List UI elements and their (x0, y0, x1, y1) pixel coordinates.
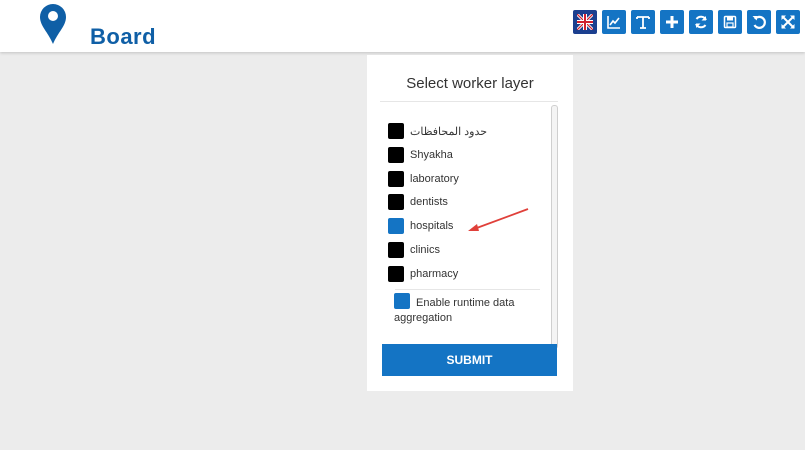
layer-checkbox[interactable] (388, 171, 404, 187)
layer-item-laboratory[interactable]: laboratory (388, 171, 459, 187)
layer-item-clinics[interactable]: clinics (388, 242, 440, 258)
submit-button[interactable]: SUBMIT (382, 344, 557, 376)
layer-label: dentists (410, 196, 448, 208)
layer-checkbox[interactable] (388, 147, 404, 163)
chart-button[interactable] (602, 10, 626, 34)
layer-checkbox[interactable] (388, 218, 404, 234)
undo-icon (752, 15, 766, 29)
top-bar: Board (0, 0, 805, 52)
annotation-arrow-icon (468, 208, 529, 231)
layer-label: حدود المحافظات (410, 125, 488, 138)
layer-checkbox[interactable] (388, 194, 404, 210)
plus-icon (666, 16, 678, 28)
map-pin-icon (40, 4, 66, 44)
layer-item-shyakha[interactable]: Shyakha (388, 147, 453, 163)
layer-label: Shyakha (410, 149, 453, 161)
text-icon (636, 16, 650, 29)
layer-item-pharmacy[interactable]: pharmacy (388, 266, 458, 282)
aggregation-toggle[interactable]: Enable runtime data aggregation (394, 293, 544, 326)
toolbar (573, 10, 800, 34)
aggregation-label: Enable runtime data aggregation (394, 297, 515, 324)
undo-button[interactable] (747, 10, 771, 34)
fullscreen-button[interactable] (776, 10, 800, 34)
text-tool-button[interactable] (631, 10, 655, 34)
panel-title: Select worker layer (406, 75, 534, 92)
layer-checkbox[interactable] (388, 266, 404, 282)
layer-item-hospitals[interactable]: hospitals (388, 218, 453, 234)
language-button[interactable] (573, 10, 597, 34)
divider (395, 289, 540, 290)
fullscreen-icon (781, 15, 795, 29)
layer-item-governorate-borders[interactable]: حدود المحافظات (388, 123, 487, 139)
add-button[interactable] (660, 10, 684, 34)
refresh-icon (695, 15, 707, 29)
save-icon (723, 15, 737, 29)
layer-checkbox[interactable] (388, 242, 404, 258)
refresh-button[interactable] (689, 10, 713, 34)
layer-list-scrollbar[interactable] (551, 105, 558, 349)
uk-flag-icon (577, 14, 593, 30)
line-chart-icon (607, 16, 620, 29)
aggregation-checkbox[interactable] (394, 293, 410, 309)
app-logo[interactable]: Board (38, 2, 156, 49)
layer-label: laboratory (410, 173, 459, 185)
layer-item-dentists[interactable]: dentists (388, 194, 448, 210)
layer-label: pharmacy (410, 268, 459, 280)
layer-label: clinics (410, 244, 440, 256)
layer-label: hospitals (410, 220, 454, 232)
save-button[interactable] (718, 10, 742, 34)
layer-checkbox[interactable] (388, 123, 404, 139)
logo-text: Board (90, 24, 157, 49)
